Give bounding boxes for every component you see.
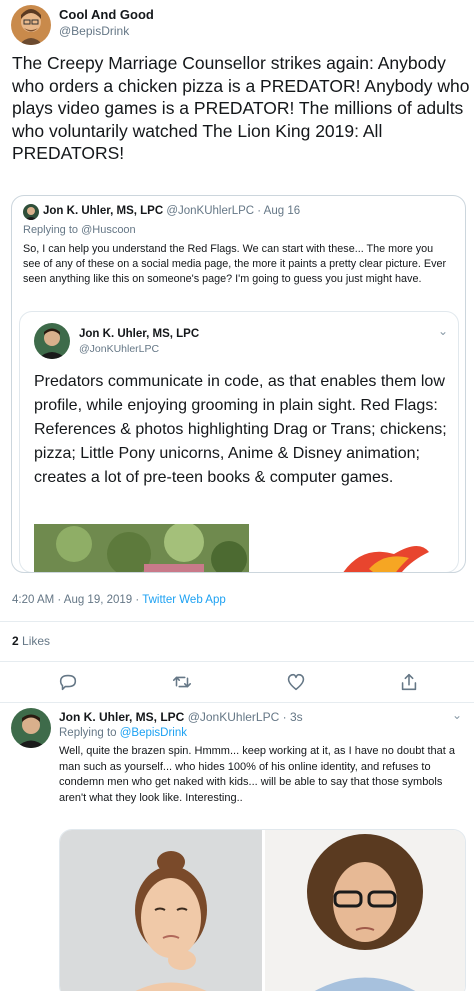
reply-author-name[interactable]: Jon K. Uhler, MS, LPC [59,710,184,724]
chevron-down-icon[interactable]: ⌄ [438,324,448,338]
tweet-source[interactable]: Twitter Web App [142,594,226,606]
quoted-replying-to: Replying to @Huscoon [23,224,136,236]
reply-time[interactable]: · 3s [283,710,303,724]
reply-tweet-text: Well, quite the brazen spin. Hmmm... kee… [59,745,455,804]
tweet-text: The Creepy Marriage Counsellor strikes a… [12,53,470,163]
quoted-author-avatar [23,204,39,220]
quoted-tweet-date: · Aug 16 [257,205,301,217]
timestamp-text[interactable]: 4:20 AM · Aug 19, 2019 · [12,594,142,606]
inner-author-handle: @JonKUhlerLPC [79,343,160,355]
heart-icon[interactable] [285,671,307,693]
reply-author-handle[interactable]: @JonKUhlerLPC [188,710,280,724]
divider [0,621,474,622]
quoted-author-handle: @JonKUhlerLPC [166,205,255,217]
tweet-timestamp: 4:20 AM · Aug 19, 2019 · Twitter Web App [12,594,226,606]
inner-tweet-image[interactable] [34,522,454,572]
replying-handle-link[interactable]: @BepisDrink [120,727,187,739]
reply-replying-to: Replying to @BepisDrink [59,727,187,739]
reply-icon[interactable] [57,671,79,693]
likes-label: Likes [18,634,51,648]
quoted-tweet-card[interactable]: Jon K. Uhler, MS, LPC @JonKUhlerLPC · Au… [11,195,466,573]
likes-number: 2 [12,634,19,648]
quoted-tweet-header: Jon K. Uhler, MS, LPC @JonKUhlerLPC · Au… [43,205,300,217]
author-avatar[interactable] [11,5,51,45]
reply-author-avatar[interactable] [11,708,51,748]
quoted-tweet-text: So, I can help you understand the Red Fl… [23,243,447,285]
inner-author-name: Jon K. Uhler, MS, LPC [79,328,200,340]
divider [0,702,474,703]
author-handle[interactable]: @BepisDrink [59,24,129,38]
share-icon[interactable] [398,671,420,693]
reply-tweet-header: Jon K. Uhler, MS, LPC @JonKUhlerLPC · 3s [59,710,303,724]
retweet-icon[interactable] [171,671,193,693]
replying-prefix: Replying to [59,727,120,739]
quoted-author-name: Jon K. Uhler, MS, LPC [43,205,164,217]
likes-count[interactable]: 2 Likes [12,634,50,648]
divider [0,661,474,662]
inner-quoted-tweet-card[interactable]: Jon K. Uhler, MS, LPC @JonKUhlerLPC ⌄ Pr… [19,311,459,572]
chevron-down-icon[interactable]: ⌄ [452,708,462,722]
author-name[interactable]: Cool And Good [59,7,154,22]
reply-tweet-images[interactable] [59,829,466,991]
inner-author-avatar [34,323,70,359]
inner-tweet-text: Predators communicate in code, as that e… [34,373,447,486]
